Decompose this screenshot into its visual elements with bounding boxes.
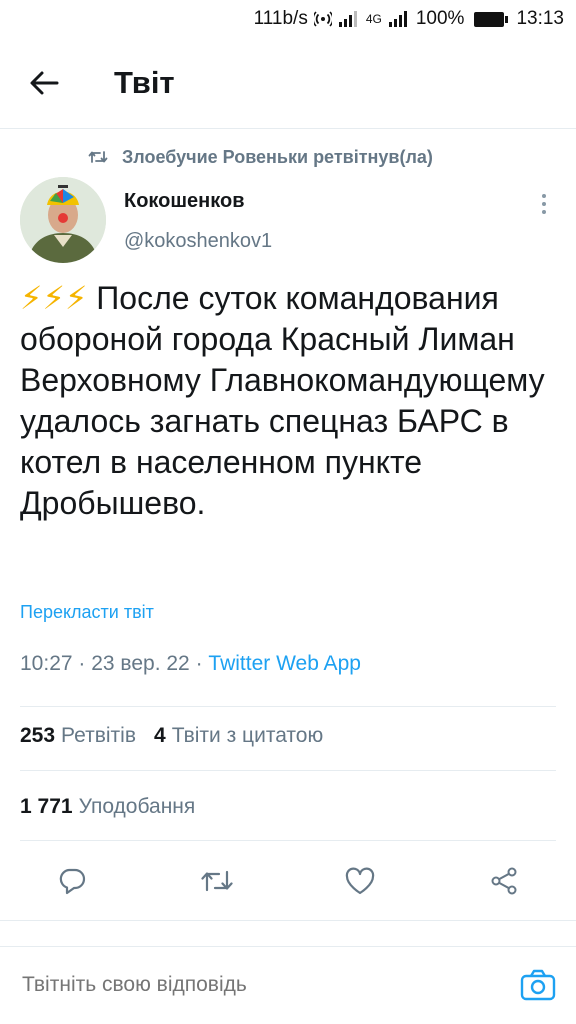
divider bbox=[20, 706, 556, 707]
divider bbox=[20, 770, 556, 771]
likes-label: Уподобання bbox=[78, 795, 196, 818]
translate-tweet-link[interactable]: Перекласти твіт bbox=[20, 602, 154, 623]
page-title: Твіт bbox=[114, 65, 175, 100]
more-options-button[interactable] bbox=[532, 190, 556, 218]
reply-composer bbox=[0, 946, 576, 1024]
divider bbox=[0, 920, 576, 921]
battery-icon bbox=[474, 11, 509, 27]
tweet-date: 23 вер. 22 bbox=[91, 652, 190, 675]
camera-button[interactable] bbox=[518, 967, 558, 1003]
tweet-body: После суток командования обороной города… bbox=[20, 280, 545, 521]
back-button[interactable] bbox=[16, 55, 72, 111]
like-icon bbox=[345, 867, 375, 895]
lightning-emoji: ⚡⚡⚡ bbox=[20, 280, 88, 316]
like-button[interactable] bbox=[335, 856, 385, 906]
camera-icon bbox=[520, 969, 556, 1001]
header-divider bbox=[0, 128, 576, 129]
quotes-stat[interactable]: 4 Твіти з цитатою bbox=[154, 724, 323, 748]
share-button[interactable] bbox=[479, 856, 529, 906]
network-speed: 111b/s bbox=[253, 8, 308, 29]
network-type: 4G bbox=[365, 12, 382, 26]
retweet-action-icon bbox=[201, 870, 233, 892]
author-handle[interactable]: @kokoshenkov1 bbox=[124, 230, 272, 253]
tweet-text: ⚡⚡⚡ После суток командования обороной го… bbox=[20, 278, 566, 524]
battery-percent: 100% bbox=[415, 8, 465, 29]
signal-icon-2 bbox=[388, 10, 410, 28]
tweet-time: 10:27 bbox=[20, 652, 73, 675]
author-name[interactable]: Кокошенков bbox=[124, 190, 245, 213]
retweets-stat[interactable]: 253 Ретвітів bbox=[20, 724, 136, 748]
signal-icon bbox=[338, 10, 360, 28]
divider bbox=[20, 840, 556, 841]
likes-count: 1 771 bbox=[20, 795, 73, 818]
clock: 13:13 bbox=[516, 8, 564, 29]
retweet-button[interactable] bbox=[192, 856, 242, 906]
retweet-context-label: Злоебучие Ровеньки ретвітнув(ла) bbox=[122, 146, 433, 167]
tweet-meta: 10:27 · 23 вер. 22 · Twitter Web App bbox=[20, 652, 361, 675]
reply-icon bbox=[59, 868, 86, 895]
reply-input[interactable] bbox=[22, 973, 482, 997]
hotspot-icon bbox=[313, 10, 332, 28]
reply-button[interactable] bbox=[47, 856, 97, 906]
status-bar: 111b/s 4G 100% 13:13 bbox=[0, 0, 576, 38]
more-vertical-icon bbox=[542, 194, 546, 198]
app-bar: Твіт bbox=[0, 38, 576, 128]
retweet-context[interactable]: Злоебучие Ровеньки ретвітнув(ла) bbox=[88, 144, 433, 170]
back-arrow-icon bbox=[30, 71, 59, 95]
avatar[interactable] bbox=[20, 177, 106, 263]
tweet-actions bbox=[0, 856, 576, 906]
likes-stat[interactable]: 1 771 Уподобання bbox=[20, 795, 195, 819]
retweets-count: 253 bbox=[20, 724, 56, 747]
quotes-count: 4 bbox=[154, 724, 166, 747]
retweet-stats: 253 Ретвітів 4 Твіти з цитатою bbox=[20, 724, 323, 748]
retweet-icon bbox=[88, 151, 108, 163]
share-icon bbox=[491, 867, 517, 895]
tweet-source-link[interactable]: Twitter Web App bbox=[208, 652, 361, 675]
retweets-label: Ретвітів bbox=[61, 724, 136, 747]
quotes-label: Твіти з цитатою bbox=[171, 724, 324, 747]
